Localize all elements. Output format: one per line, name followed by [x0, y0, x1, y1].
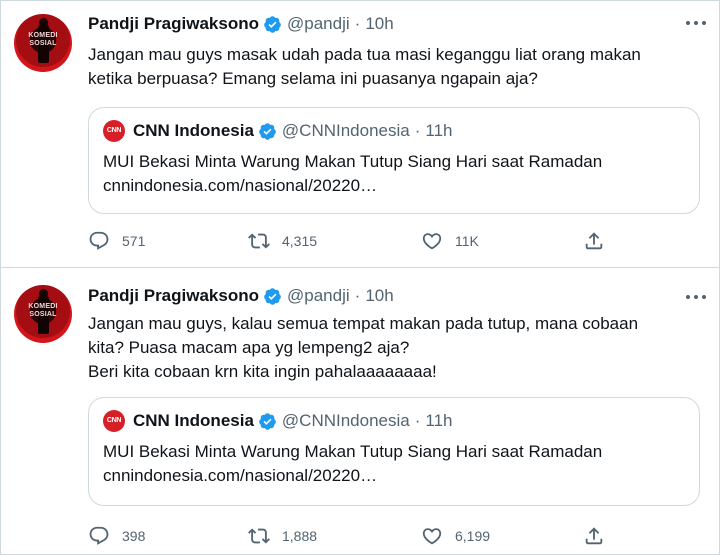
quoted-tweet-time[interactable]: 11h	[425, 410, 452, 432]
tweet-time[interactable]: 10h	[365, 285, 393, 307]
reply-count: 571	[122, 233, 146, 249]
quoted-tweet-header: CNN CNN Indonesia @CNNIndonesia · 11h	[103, 410, 453, 432]
more-icon[interactable]	[686, 295, 706, 301]
like-button[interactable]: 11K	[421, 230, 479, 252]
reply-icon	[89, 526, 109, 545]
reply-icon	[89, 231, 109, 250]
like-button[interactable]: 6,199	[421, 525, 490, 547]
quoted-tweet-text: MUI Bekasi Minta Warung Makan Tutup Sian…	[103, 150, 602, 198]
tweet-text-line: Beri kita cobaan krn kita ingin pahalaaa…	[88, 362, 437, 381]
verified-badge-icon	[259, 412, 276, 430]
share-icon	[585, 527, 603, 545]
tweet-text: Jangan mau guys, kalau semua tempat maka…	[88, 312, 688, 384]
tweet[interactable]: KOMEDI SOSIAL Pandji Pragiwaksono @pandj…	[0, 268, 720, 555]
separator: ·	[414, 411, 421, 430]
quoted-tweet-time[interactable]: 11h	[425, 120, 452, 142]
author-handle[interactable]: @pandji	[287, 285, 350, 307]
like-count: 11K	[455, 233, 479, 249]
author-name[interactable]: Pandji Pragiwaksono	[88, 285, 259, 307]
retweet-icon	[248, 528, 270, 544]
reply-button[interactable]: 398	[88, 525, 145, 547]
author-avatar[interactable]: KOMEDI SOSIAL	[14, 14, 72, 72]
retweet-button[interactable]: 1,888	[248, 525, 317, 547]
avatar-text: KOMEDI SOSIAL	[28, 32, 58, 47]
share-icon	[585, 232, 603, 250]
author-name[interactable]: Pandji Pragiwaksono	[88, 13, 259, 35]
quoted-text-line: MUI Bekasi Minta Warung Makan Tutup Sian…	[103, 152, 603, 171]
reply-count: 398	[122, 528, 146, 544]
tweet-header: Pandji Pragiwaksono @pandji · 10h	[88, 285, 394, 307]
tweet-actions: 571 4,315 11K	[88, 230, 628, 254]
tweet-text: Jangan mau guys masak udah pada tua masi…	[88, 43, 688, 91]
tweet-text-line: ketika berpuasa? Emang selama ini puasan…	[88, 69, 538, 88]
retweet-icon	[248, 233, 270, 249]
tweet-time[interactable]: 10h	[365, 13, 393, 35]
share-button[interactable]	[583, 230, 605, 252]
quoted-tweet-header: CNN CNN Indonesia @CNNIndonesia · 11h	[103, 120, 453, 142]
quoted-author-handle[interactable]: @CNNIndonesia	[282, 410, 410, 432]
cnn-logo-avatar[interactable]: CNN	[103, 120, 125, 142]
separator: ·	[414, 121, 421, 140]
verified-badge-icon	[264, 15, 281, 33]
retweet-button[interactable]: 4,315	[248, 230, 317, 252]
quoted-author-name[interactable]: CNN Indonesia	[133, 120, 254, 142]
verified-badge-icon	[264, 287, 281, 305]
tweet[interactable]: KOMEDI SOSIAL Pandji Pragiwaksono @pandj…	[0, 0, 720, 268]
more-icon[interactable]	[686, 21, 706, 27]
avatar-text: KOMEDI SOSIAL	[28, 303, 58, 318]
like-icon	[422, 528, 442, 545]
quoted-tweet-text: MUI Bekasi Minta Warung Makan Tutup Sian…	[103, 440, 602, 488]
quoted-tweet[interactable]: CNN CNN Indonesia @CNNIndonesia · 11h MU…	[88, 397, 700, 506]
reply-button[interactable]: 571	[88, 230, 145, 252]
quoted-link[interactable]: cnnindonesia.com/nasional/20220…	[103, 464, 602, 488]
retweet-count: 1,888	[282, 528, 318, 544]
quoted-link[interactable]: cnnindonesia.com/nasional/20220…	[103, 174, 602, 198]
quoted-author-handle[interactable]: @CNNIndonesia	[282, 120, 410, 142]
tweet-text-line: Jangan mau guys, kalau semua tempat maka…	[88, 314, 639, 333]
separator: ·	[354, 286, 361, 305]
tweet-text-line: Jangan mau guys masak udah pada tua masi…	[88, 45, 641, 64]
author-handle[interactable]: @pandji	[287, 13, 350, 35]
verified-badge-icon	[259, 122, 276, 140]
quoted-author-name[interactable]: CNN Indonesia	[133, 410, 254, 432]
separator: ·	[354, 14, 361, 33]
share-button[interactable]	[583, 525, 605, 547]
cnn-logo-avatar[interactable]: CNN	[103, 410, 125, 432]
tweet-header: Pandji Pragiwaksono @pandji · 10h	[88, 13, 394, 35]
like-count: 6,199	[455, 528, 491, 544]
author-avatar[interactable]: KOMEDI SOSIAL	[14, 285, 72, 343]
like-icon	[422, 233, 442, 250]
tweet-text-line: kita? Puasa macam apa yg lempeng2 aja?	[88, 338, 410, 357]
quoted-text-line: MUI Bekasi Minta Warung Makan Tutup Sian…	[103, 442, 603, 461]
retweet-count: 4,315	[282, 233, 318, 249]
tweet-actions: 398 1,888 6,199	[88, 525, 628, 549]
quoted-tweet[interactable]: CNN CNN Indonesia @CNNIndonesia · 11h MU…	[88, 107, 700, 214]
